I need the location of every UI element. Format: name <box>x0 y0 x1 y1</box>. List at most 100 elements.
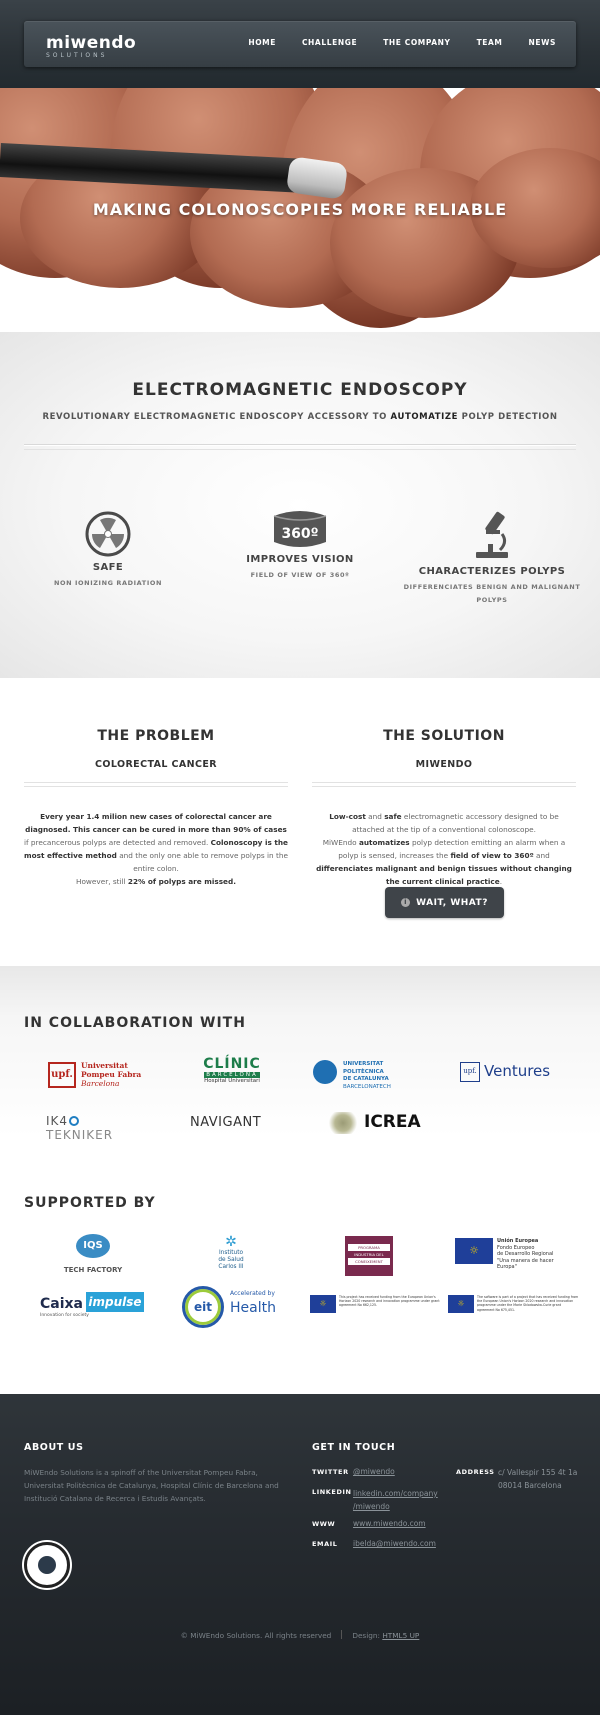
programa-text-2: INDUSTRIA DEL <box>354 1252 384 1257</box>
logo-subtitle: SOLUTIONS <box>46 52 108 59</box>
feature-title: SAFE <box>92 562 124 573</box>
collab-title: IN COLLABORATION WITH <box>24 1015 246 1031</box>
impact-badge[interactable] <box>24 1542 70 1588</box>
address-line-1: c/ Vallespir 155 4t 1a <box>498 1468 578 1477</box>
solution-title: THE SOLUTION <box>383 728 505 744</box>
eu-flag-icon: ☼ <box>455 1238 493 1264</box>
support-title: SUPPORTED BY <box>24 1195 156 1211</box>
eu-feder-logo[interactable]: ☼ Unión Europea Fondo Europeo de Desarroll… <box>455 1238 565 1270</box>
eu-name: Unión Europea <box>497 1238 539 1244</box>
nav-news[interactable]: NEWS <box>529 38 556 47</box>
badge-icon <box>38 1556 56 1574</box>
problem-text-part: if precancerous polyps are detected and … <box>24 838 211 847</box>
programa-text-3: CONEIXEMENT <box>348 1258 390 1265</box>
copyright: © MiWEndo Solutions. All rights reserved… <box>0 1630 600 1640</box>
nav-home[interactable]: HOME <box>248 38 276 47</box>
design-link[interactable]: HTML5 UP <box>382 1631 419 1640</box>
info-icon: i <box>401 898 411 907</box>
divider <box>24 444 576 446</box>
copyright-text: © MiWEndo Solutions. All rights reserved <box>180 1631 332 1640</box>
divider <box>24 786 288 787</box>
eu-flag-icon: ☼ <box>310 1295 336 1313</box>
copyright-separator <box>341 1630 343 1639</box>
upc-name-3: BARCELONATECH <box>343 1083 391 1090</box>
address-line-2: 08014 Barcelona <box>498 1481 562 1490</box>
problem-column: THE PROBLEM COLORECTAL CANCER Every year… <box>24 728 288 888</box>
upf-ventures-logo[interactable]: upf. Ventures <box>460 1060 560 1086</box>
icrea-logo[interactable]: ICREA <box>326 1110 426 1136</box>
clinic-logo[interactable]: CLÍNIC BARCELONA Hospital Universitari <box>200 1056 264 1092</box>
wait-what-button[interactable]: i WAIT, WHAT? <box>385 887 504 918</box>
logo-text: miwendo <box>46 33 137 53</box>
upf-name-1: Universitat <box>81 1061 128 1070</box>
tekniker-text: TEKNIKER <box>46 1128 114 1142</box>
programa-logo[interactable]: PROGRAMA INDUSTRIA DEL CONEIXEMENT <box>345 1236 393 1276</box>
feature-title: IMPROVES VISION <box>246 554 354 565</box>
eu-fund-3: "Una manera de hacer Europa" <box>497 1257 554 1271</box>
iqs-logo[interactable]: IQS TECH FACTORY <box>60 1234 126 1280</box>
about-title: ABOUT US <box>24 1442 84 1453</box>
solution-text-part: MiWEndo <box>322 838 359 847</box>
solution-text-part: . <box>499 877 503 886</box>
divider <box>312 786 576 787</box>
isciii-logo[interactable]: ✲ Instituto de Salud Carlos III <box>208 1234 254 1284</box>
eit-health-text: Health <box>230 1300 276 1316</box>
nav-the-company[interactable]: THE COMPANY <box>383 38 450 47</box>
feature-polyps: CHARACTERIZES POLYPS DIFFERENCIATES BENI… <box>402 508 582 607</box>
feature-vision: 360º IMPROVES VISION FIELD OF VIEW OF 36… <box>210 508 390 582</box>
upc-logo[interactable]: UNIVERSITAT POLITÈCNICA DE CATALUNYA BARCE… <box>313 1058 423 1090</box>
h2020-logo-1[interactable]: ☼ This project has received funding from… <box>310 1295 446 1315</box>
iqs-mark: IQS <box>76 1234 110 1258</box>
solution-text-part: and <box>365 812 385 821</box>
clinic-name: CLÍNIC <box>203 1056 261 1072</box>
eit-health-logo[interactable]: eit Accelerated by Health <box>182 1286 282 1328</box>
www-link[interactable]: www.miwendo.com <box>353 1519 426 1528</box>
email-link[interactable]: ibelda@miwendo.com <box>353 1539 436 1548</box>
solution-text-bold: Low-cost <box>329 812 366 821</box>
clinic-hospital: Hospital Universitari <box>204 1078 260 1084</box>
intro-subtitle-post: POLYP DETECTION <box>458 412 558 422</box>
nav-team[interactable]: TEAM <box>477 38 503 47</box>
contact-title: GET IN TOUCH <box>312 1442 396 1453</box>
feature-safe: SAFE NON IONIZING RADIATION <box>18 510 198 590</box>
intro-subtitle: REVOLUTIONARY ELECTROMAGNETIC ENDOSCOPY … <box>0 412 600 422</box>
problem-text-part: and the only one able to remove polyps i… <box>116 851 288 873</box>
upf-name-3: Barcelona <box>81 1079 120 1088</box>
logo[interactable]: miwendo <box>46 33 136 53</box>
www-label: WWW <box>312 1520 336 1528</box>
upf-logo[interactable]: upf. Universitat Pompeu Fabra Barcelona <box>48 1060 148 1090</box>
ik4-text: IK4 <box>46 1114 69 1128</box>
eu-fund-2: de Desarrollo Regional <box>497 1251 554 1257</box>
site-footer: ABOUT US MiWEndo Solutions is a spinoff … <box>0 1394 600 1715</box>
caixa-impulse-logo[interactable]: Caixa impulse Innovation for society <box>40 1292 144 1320</box>
navigant-logo[interactable]: NAVIGANT <box>190 1115 280 1135</box>
upc-name-2: DE CATALUNYA <box>343 1076 389 1082</box>
radiation-icon <box>85 511 131 557</box>
intro-section: ELECTROMAGNETIC ENDOSCOPY REVOLUTIONARY … <box>0 332 600 678</box>
feature-desc: DIFFERENCIATES BENIGN AND MALIGNANT POLY… <box>403 583 581 604</box>
isciii-name-1: Instituto <box>218 1250 244 1256</box>
problem-text-bold: 22% of polyps are missed. <box>127 877 236 886</box>
site-header: miwendo SOLUTIONS HOME CHALLENGE THE COM… <box>0 0 600 88</box>
main-nav: HOME CHALLENGE THE COMPANY TEAM NEWS <box>248 38 556 47</box>
ik4-tekniker-logo[interactable]: IK4TEKNIKER <box>46 1114 146 1142</box>
linkedin-link-1: linkedin.com/company <box>353 1489 438 1498</box>
isciii-name-3: Carlos III <box>218 1264 244 1270</box>
linkedin-link-2: /miwendo <box>353 1502 390 1511</box>
eit-accelerated: Accelerated by <box>230 1290 275 1297</box>
feature-title: CHARACTERIZES POLYPS <box>418 566 566 577</box>
icrea-text: ICREA <box>364 1112 421 1132</box>
twitter-label: TWITTER <box>312 1468 349 1476</box>
twitter-link[interactable]: @miwendo <box>353 1467 395 1476</box>
nav-challenge[interactable]: CHALLENGE <box>302 38 357 47</box>
linkedin-label: LINKEDIN <box>312 1488 352 1496</box>
isciii-name-2: de Salud <box>218 1257 244 1263</box>
eit-text: eit <box>182 1286 224 1328</box>
solution-text-bold: safe <box>384 812 402 821</box>
hero-title: MAKING COLONOSCOPIES MORE RELIABLE <box>92 200 508 219</box>
problem-text-part: However, still <box>75 877 128 886</box>
solution-column: THE SOLUTION MIWENDO Low-cost and safe e… <box>312 728 576 888</box>
h2020-logo-2[interactable]: ☼ The software is part of a project that… <box>448 1295 580 1315</box>
linkedin-link[interactable]: linkedin.com/company/miwendo <box>353 1487 438 1513</box>
problem-solution-section: THE PROBLEM COLORECTAL CANCER Every year… <box>0 678 600 966</box>
